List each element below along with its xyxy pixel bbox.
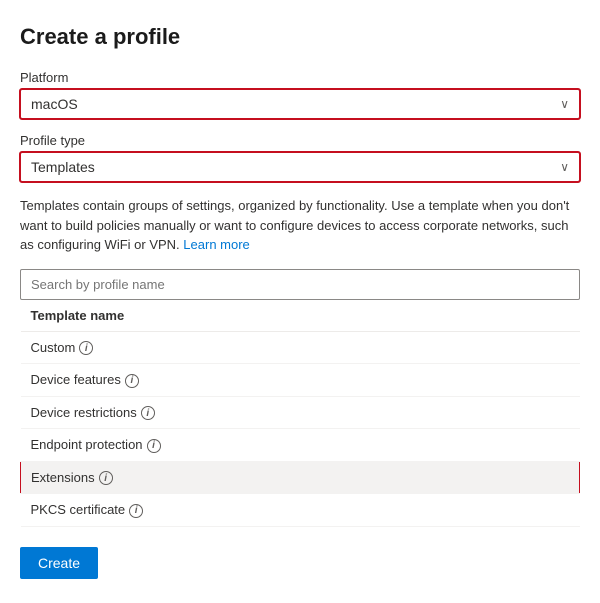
info-icon[interactable]: i [125, 374, 139, 388]
learn-more-link[interactable]: Learn more [183, 237, 249, 252]
template-name-cell: Endpoint protectioni [21, 429, 580, 462]
table-column-header: Template name [21, 300, 580, 332]
platform-label: Platform [20, 70, 580, 85]
description-text: Templates contain groups of settings, or… [20, 196, 580, 255]
table-row[interactable]: PKCS certificatei [21, 494, 580, 527]
create-button[interactable]: Create [20, 547, 98, 579]
table-row[interactable]: Device featuresi [21, 364, 580, 397]
profile-type-dropdown-arrow-icon: ∨ [560, 160, 569, 174]
profile-type-dropdown-value: Templates [31, 159, 95, 175]
platform-field-group: Platform macOS ∨ [20, 70, 580, 119]
table-row[interactable]: Device restrictionsi [21, 396, 580, 429]
template-name-cell: Extensionsi [21, 461, 580, 494]
template-name-cell: Customi [21, 331, 580, 364]
info-icon[interactable]: i [79, 341, 93, 355]
info-icon[interactable]: i [141, 406, 155, 420]
table-row[interactable]: Endpoint protectioni [21, 429, 580, 462]
profile-type-dropdown[interactable]: Templates ∨ [20, 152, 580, 182]
profile-type-field-group: Profile type Templates ∨ [20, 133, 580, 182]
table-row[interactable]: Customi [21, 331, 580, 364]
table-row[interactable]: Extensionsi [21, 461, 580, 494]
page-title: Create a profile [20, 24, 580, 50]
info-icon[interactable]: i [147, 439, 161, 453]
platform-dropdown-arrow-icon: ∨ [560, 97, 569, 111]
template-name-cell: Device restrictionsi [21, 396, 580, 429]
info-icon[interactable]: i [129, 504, 143, 518]
info-icon[interactable]: i [99, 471, 113, 485]
search-input[interactable] [20, 269, 580, 300]
template-table: Template name CustomiDevice featuresiDev… [20, 300, 580, 527]
platform-dropdown[interactable]: macOS ∨ [20, 89, 580, 119]
template-name-cell: Device featuresi [21, 364, 580, 397]
profile-type-label: Profile type [20, 133, 580, 148]
template-name-cell: PKCS certificatei [21, 494, 580, 527]
platform-dropdown-value: macOS [31, 96, 78, 112]
